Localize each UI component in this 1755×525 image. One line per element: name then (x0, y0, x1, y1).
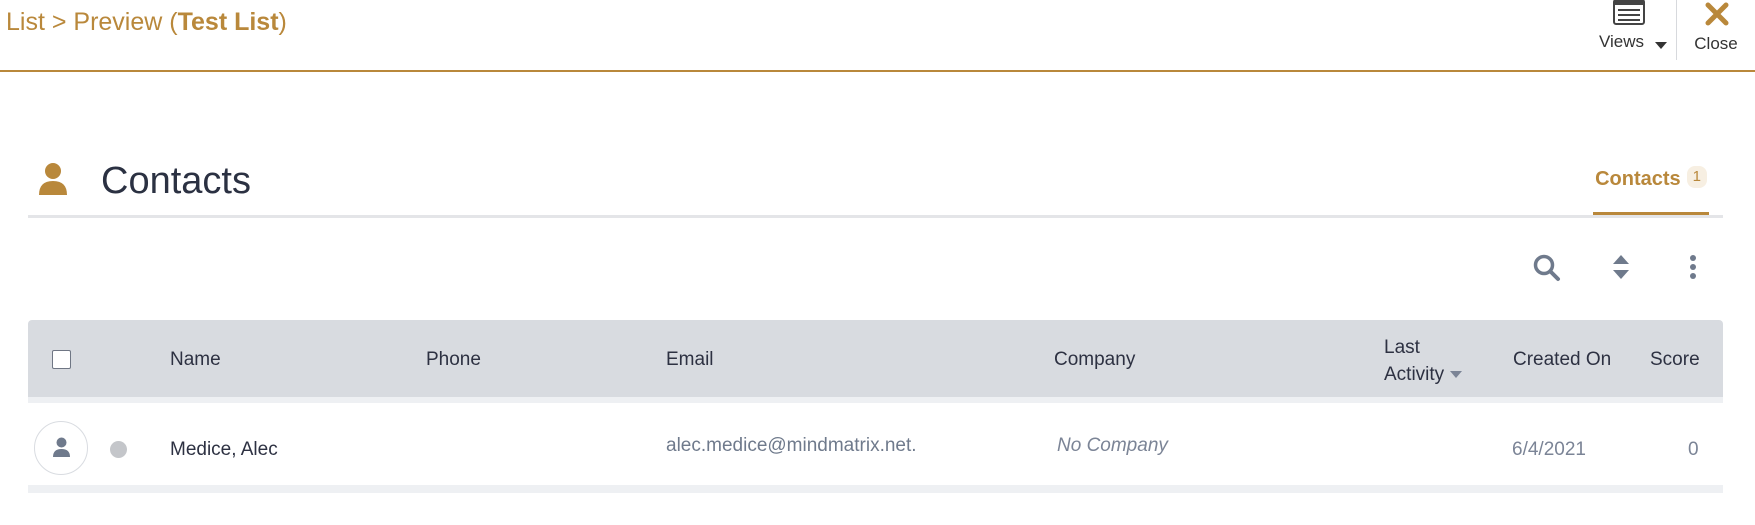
table-header: Name Phone Email Company Last Activity C… (28, 320, 1723, 397)
section-header: Contacts Contacts 1 (28, 140, 1723, 218)
contact-email[interactable]: alec.medice@mindmatrix.net. (666, 435, 917, 457)
select-all-checkbox[interactable] (52, 350, 71, 369)
column-header-last-activity[interactable]: Last Activity (1384, 334, 1463, 388)
last-activity-line2: Activity (1384, 364, 1445, 385)
views-icon (1613, 0, 1645, 25)
breadcrumb-suffix: ) (278, 8, 287, 36)
person-icon (53, 437, 70, 457)
column-header-created-on[interactable]: Created On (1513, 349, 1611, 371)
sort-icon[interactable] (1612, 254, 1630, 280)
tab-contacts[interactable]: Contacts 1 (1593, 162, 1709, 215)
tab-label: Contacts (1595, 168, 1681, 190)
top-actions: Views Close (1581, 0, 1755, 70)
search-icon[interactable] (1533, 254, 1561, 282)
column-header-company[interactable]: Company (1054, 349, 1135, 371)
section-title: Contacts (101, 160, 251, 202)
column-header-score[interactable]: Score (1650, 349, 1700, 371)
breadcrumb: List > Preview (Test List) (6, 8, 287, 37)
sort-down-icon (1450, 371, 1463, 379)
breadcrumb-list-name: Test List (177, 8, 279, 36)
last-activity-line1: Last (1384, 337, 1420, 358)
breadcrumb-prefix[interactable]: List > Preview ( (6, 8, 178, 36)
column-header-name[interactable]: Name (170, 349, 221, 371)
contacts-table: Name Phone Email Company Last Activity C… (28, 320, 1723, 493)
close-button[interactable]: Close (1677, 0, 1755, 70)
top-bar: List > Preview (Test List) Views Close (0, 0, 1755, 72)
chevron-down-icon (1655, 42, 1667, 49)
column-header-email[interactable]: Email (666, 349, 714, 371)
tab-count-badge: 1 (1686, 166, 1707, 188)
views-button[interactable]: Views (1581, 0, 1676, 70)
status-dot (110, 441, 127, 458)
avatar[interactable] (34, 421, 88, 475)
more-vertical-icon[interactable] (1689, 254, 1697, 280)
contact-company: No Company (1057, 435, 1168, 456)
views-label: Views (1599, 32, 1645, 51)
contact-score: 0 (1688, 439, 1699, 460)
person-icon (39, 163, 67, 195)
table-row[interactable]: Medice, Alec alec.medice@mindmatrix.net.… (28, 403, 1723, 493)
close-icon (1705, 2, 1729, 26)
contact-created-on: 6/4/2021 (1512, 439, 1586, 460)
column-header-phone[interactable]: Phone (426, 349, 481, 371)
contact-name[interactable]: Medice, Alec (170, 439, 278, 461)
close-label: Close (1694, 34, 1738, 53)
